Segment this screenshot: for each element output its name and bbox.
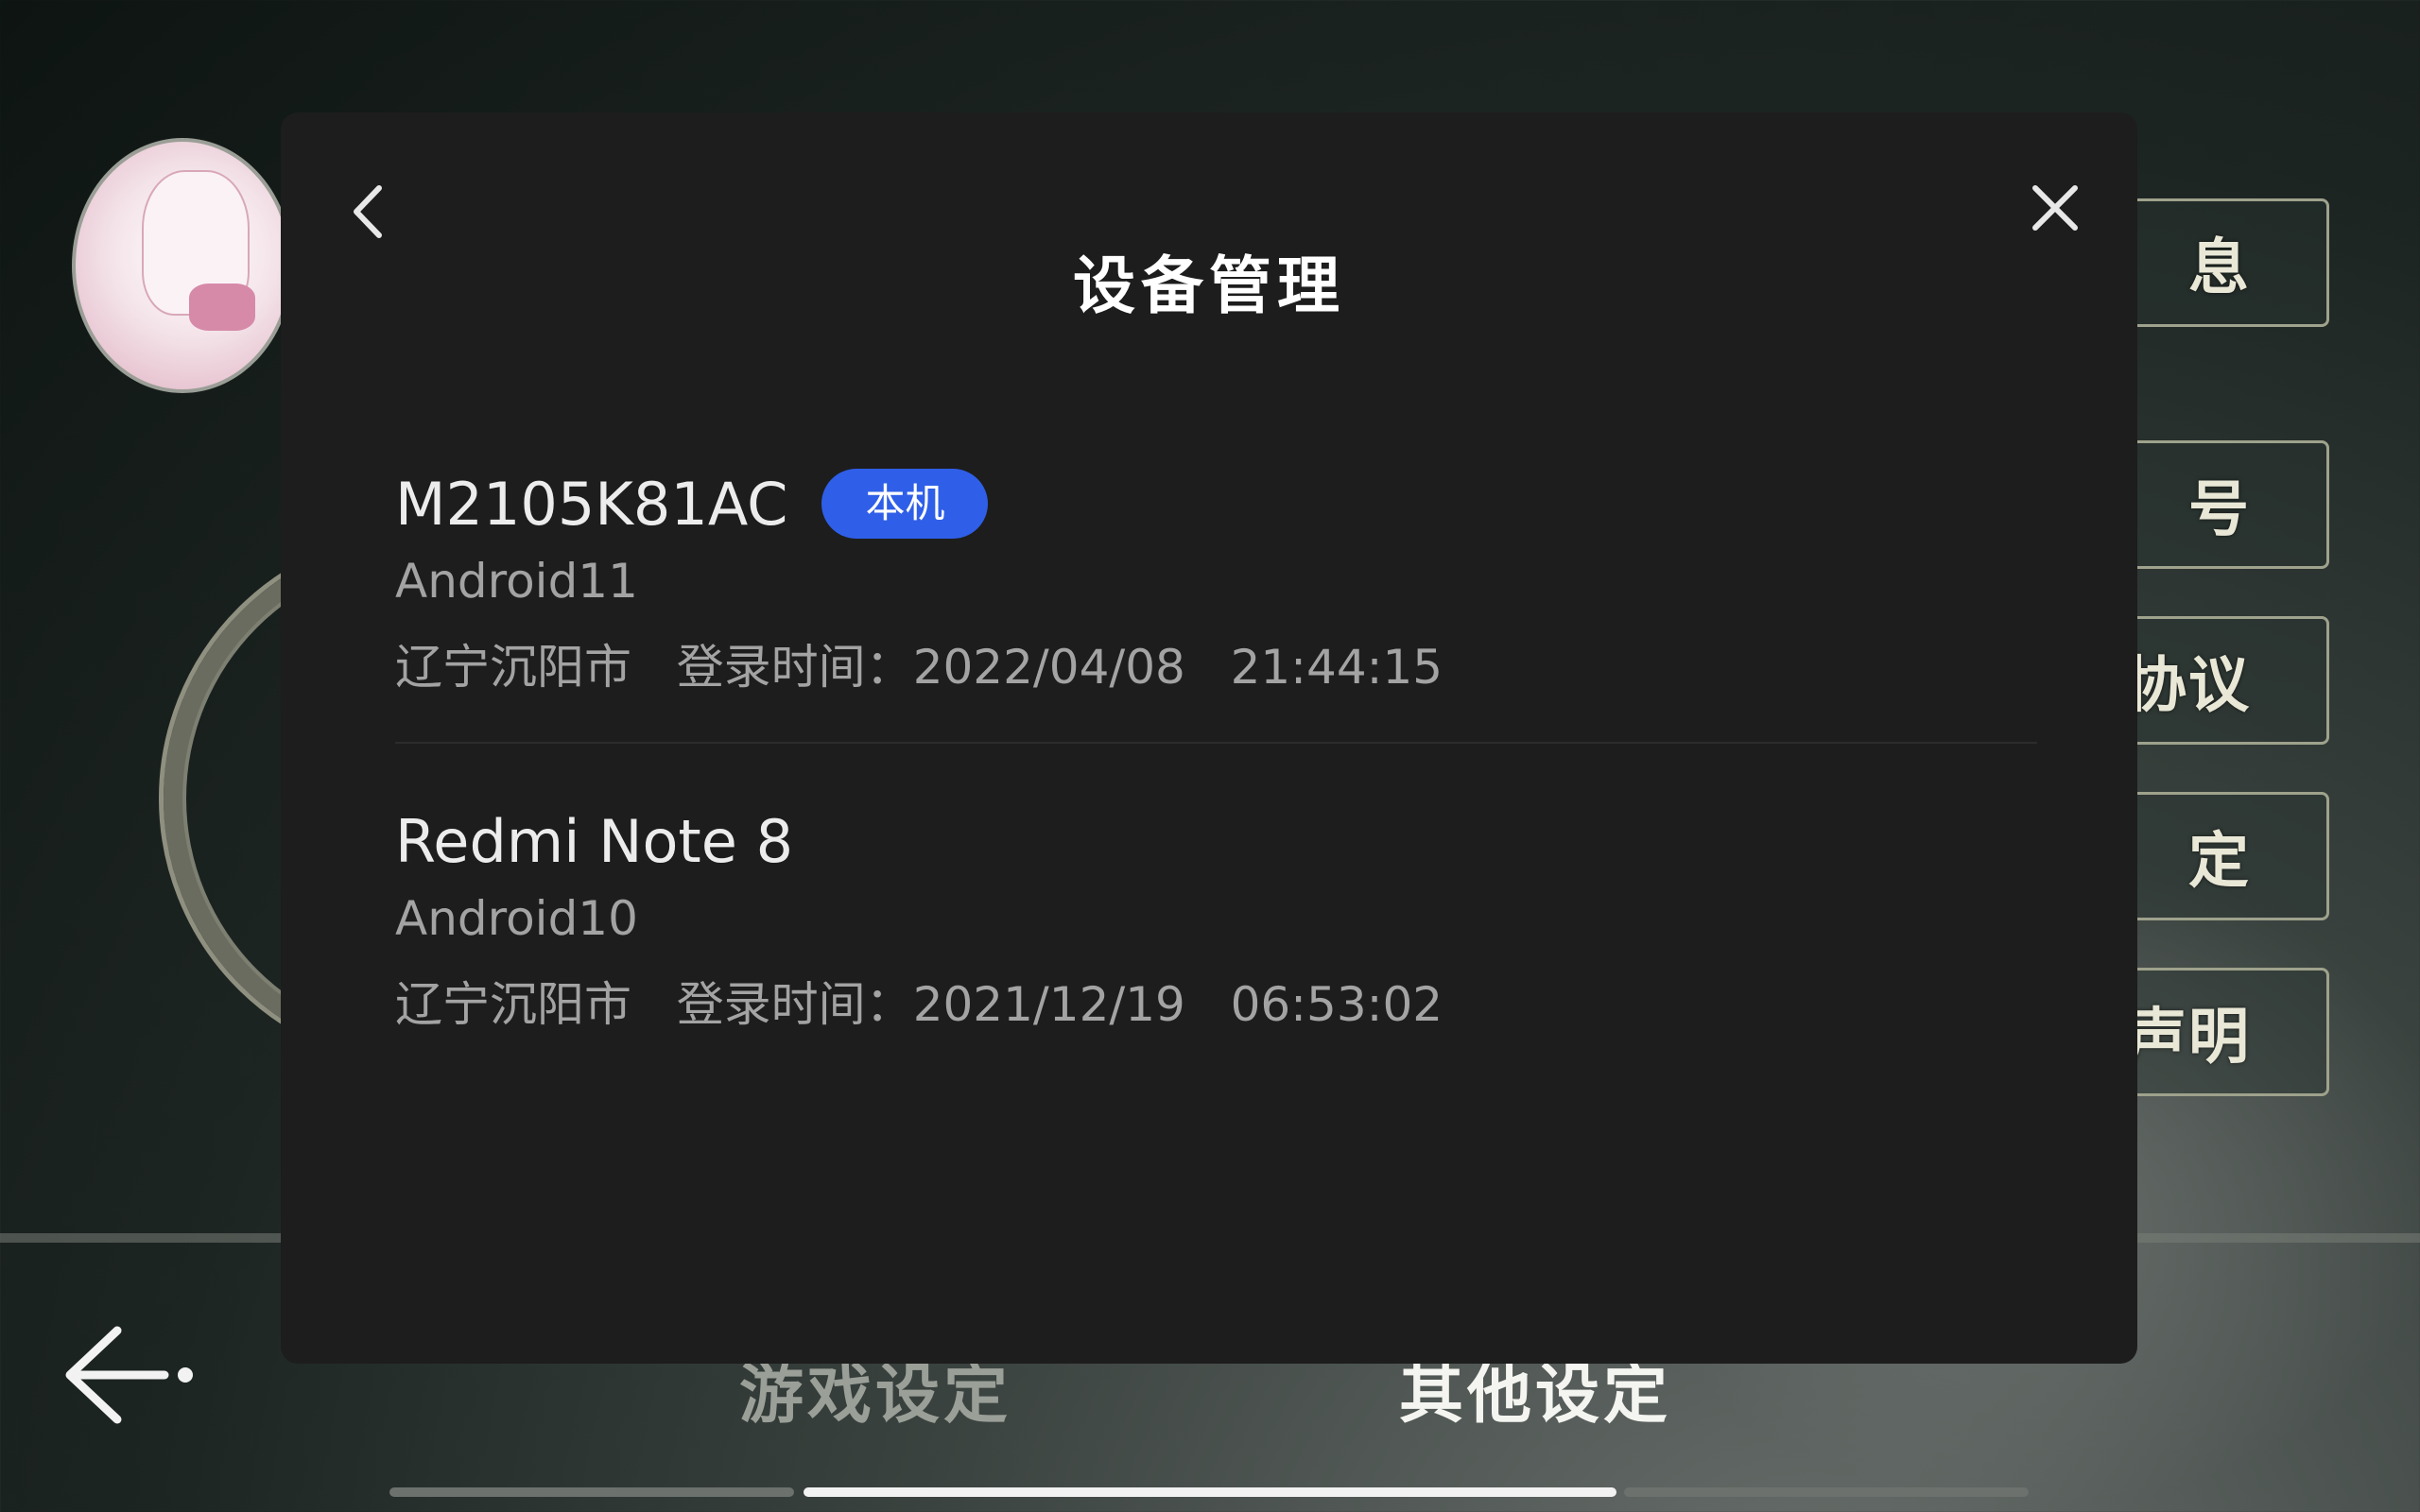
- device-item[interactable]: M2105K81AC 本机 Android11 辽宁沉阳市 登录时间：2022/…: [395, 463, 1443, 697]
- device-name: Redmi Note 8: [395, 806, 794, 876]
- device-location: 辽宁沉阳市: [395, 640, 631, 695]
- side-button-label: 定: [2188, 827, 2251, 897]
- page-indicator: [1624, 1487, 2029, 1497]
- device-location: 辽宁沉阳市: [395, 977, 631, 1032]
- side-button-label: 协议: [2126, 651, 2251, 721]
- device-os: Android11: [395, 554, 638, 609]
- side-button-label: 息: [2188, 233, 2251, 303]
- login-date: 2021/12/19: [912, 977, 1185, 1032]
- login-time: 06:53:02: [1230, 977, 1443, 1032]
- login-time-label: 登录时间：: [676, 977, 913, 1032]
- arrow-left-icon[interactable]: [60, 1323, 202, 1427]
- device-login-info: 辽宁沉阳市 登录时间：2022/04/08 21:44:15: [395, 629, 1443, 697]
- device-management-dialog: 设备管理 M2105K81AC 本机 Android11 辽宁沉阳市 登录时间：…: [281, 112, 2137, 1364]
- device-login-info: 辽宁沉阳市 登录时间：2021/12/19 06:53:02: [395, 967, 1443, 1035]
- tab-label: 其他设定: [1399, 1358, 1672, 1433]
- side-button-label: 号: [2188, 475, 2251, 545]
- current-device-badge: 本机: [821, 469, 989, 539]
- dialog-title: 设备管理: [1073, 249, 1345, 322]
- tab-label: 游戏设定: [739, 1358, 1012, 1433]
- login-date: 2022/04/08: [912, 640, 1185, 695]
- avatar[interactable]: [72, 138, 293, 393]
- device-item[interactable]: Redmi Note 8 Android10 辽宁沉阳市 登录时间：2021/1…: [395, 800, 1443, 1035]
- device-name: M2105K81AC: [395, 469, 788, 539]
- device-os: Android10: [395, 891, 638, 946]
- login-time-label: 登录时间：: [676, 640, 913, 695]
- login-time: 21:44:15: [1230, 640, 1443, 695]
- page-indicator-active: [804, 1487, 1616, 1497]
- page-indicator: [389, 1487, 794, 1497]
- avatar-bow: [189, 284, 255, 331]
- close-icon[interactable]: [2022, 175, 2088, 241]
- side-button-label: 声明: [2126, 1003, 2251, 1073]
- list-divider: [395, 742, 2037, 744]
